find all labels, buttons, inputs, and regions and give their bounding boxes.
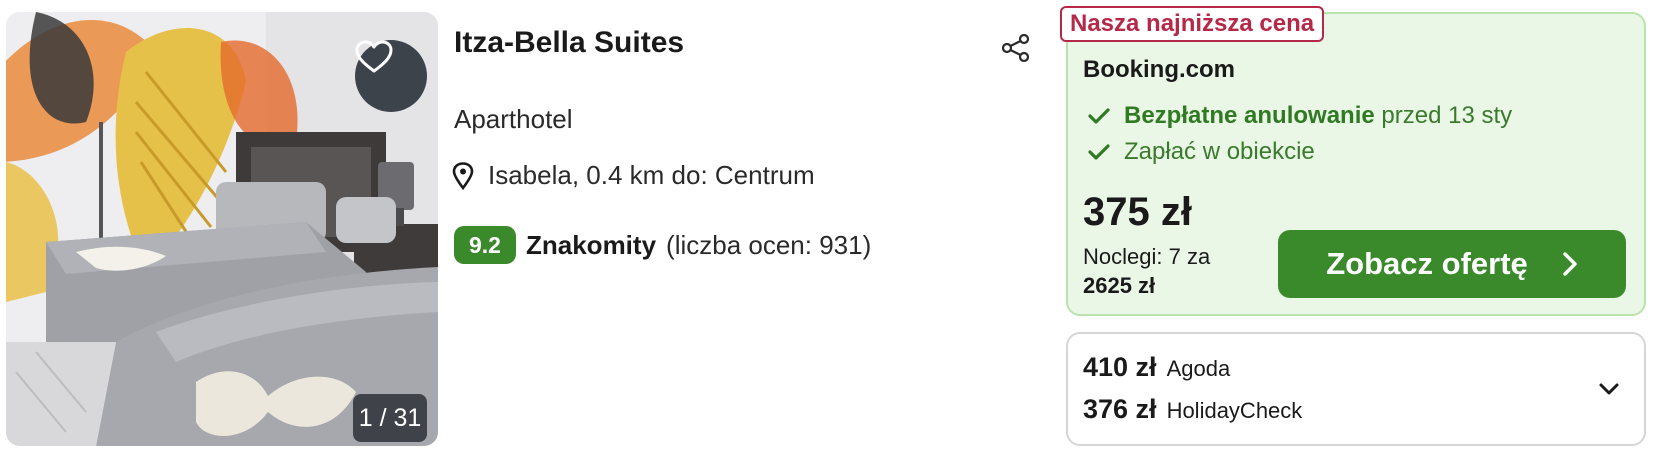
share-icon [1001,33,1030,63]
location-text: Isabela, 0.4 km do: Centrum [488,160,815,190]
hotel-photo[interactable]: 1 / 31 [6,12,438,446]
other-offer-row[interactable]: 376 zł HolidayCheck [1083,394,1302,425]
view-offer-button[interactable]: Zobacz ofertę [1278,230,1626,298]
feature-pay-at-property: Zapłać w obiekcie [1088,138,1315,166]
chevron-down-icon [1599,383,1619,395]
feature-text: Zapłać w obiekcie [1124,138,1315,165]
deal-price: 375 zł [1083,190,1192,234]
check-icon [1088,108,1110,124]
location-link[interactable]: Isabela, 0.4 km do: Centrum [452,160,815,191]
rating-label: Znakomity [526,229,657,260]
other-offers-dropdown[interactable] [1066,332,1646,446]
rating-score-badge: 9.2 [454,226,516,264]
feature-bold-text: Bezpłatne anulowanie [1124,102,1375,129]
chevron-right-icon [1563,252,1577,276]
photo-counter[interactable]: 1 / 31 [353,394,427,442]
other-offer-provider: HolidayCheck [1166,398,1303,423]
feature-free-cancellation: Bezpłatne anulowanie przed 13 sty [1088,102,1512,130]
other-offer-row[interactable]: 410 zł Agoda [1083,352,1230,383]
map-pin-icon [452,161,474,190]
property-type: Aparthotel [454,104,573,134]
expand-offers-button[interactable] [1594,374,1624,404]
other-offer-provider: Agoda [1166,356,1231,381]
share-button[interactable] [996,28,1036,68]
lowest-price-badge: Nasza najniższa cena [1060,6,1325,42]
heart-outline-icon [355,40,393,73]
feature-text: przed 13 sty [1381,102,1513,129]
total-price: 2625 zł [1083,273,1156,298]
hotel-card: 1 / 31 Itza-Bella Suites Aparthotel Isab… [0,0,1654,460]
other-offer-price: 376 zł [1083,394,1157,424]
check-icon [1088,144,1110,160]
hotel-name[interactable]: Itza-Bella Suites [454,26,684,60]
view-offer-label: Zobacz ofertę [1326,246,1528,281]
rating-summary[interactable]: 9.2 Znakomity (liczba ocen: 931) [454,226,871,264]
rating-count: (liczba ocen: 931) [666,229,872,260]
deal-provider: Booking.com [1083,56,1236,83]
nights-text: Noclegi: 7 za [1083,244,1211,269]
nights-summary: Noclegi: 7 za 2625 zł [1083,242,1210,300]
other-offer-price: 410 zł [1083,352,1157,382]
favorite-button[interactable] [355,40,427,112]
